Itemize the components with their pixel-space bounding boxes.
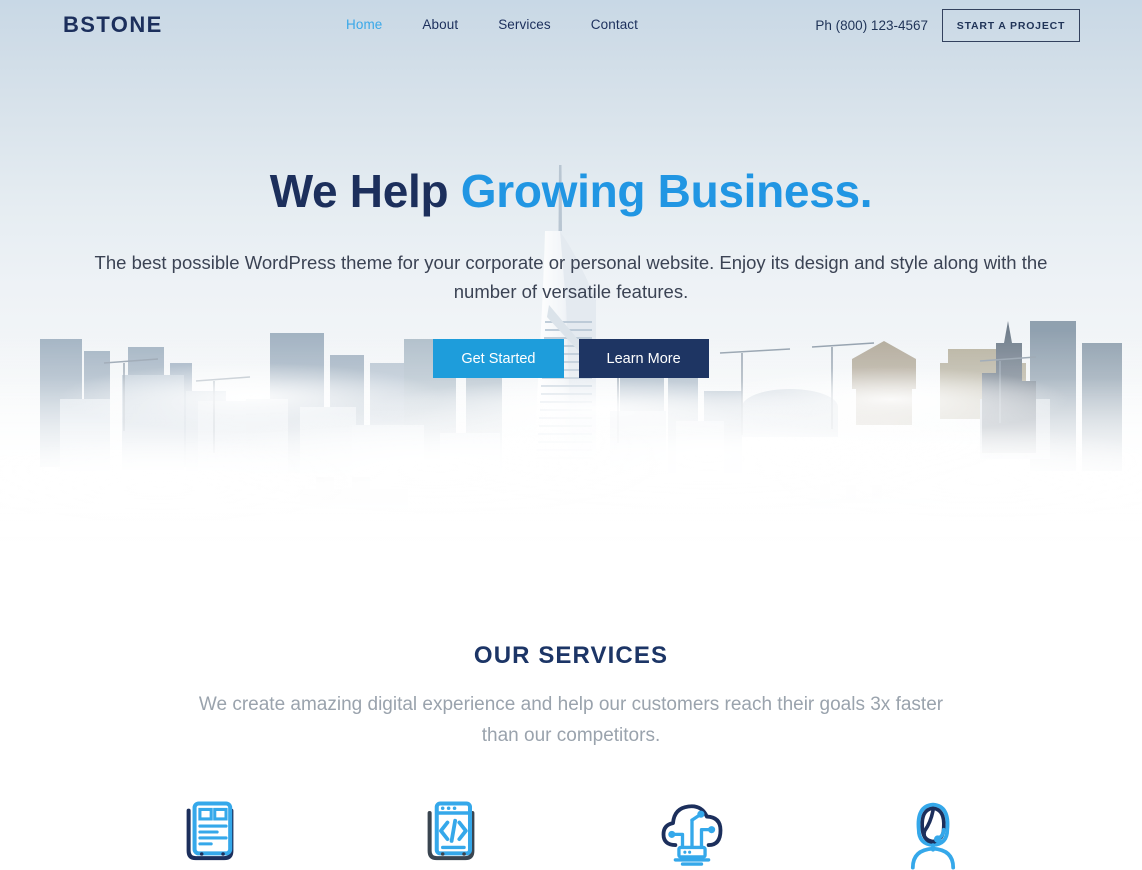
service-item-support[interactable] (812, 794, 1053, 870)
site-header: BSTONE Home About Services Contact Ph (8… (0, 0, 1142, 51)
get-started-button[interactable]: Get Started (433, 339, 564, 379)
learn-more-button[interactable]: Learn More (578, 339, 709, 379)
hero-button-group: Get Started Learn More (0, 339, 1142, 379)
nav-item-home[interactable]: Home (346, 17, 402, 32)
code-window-icon (427, 801, 474, 860)
site-logo[interactable]: BSTONE (63, 12, 163, 38)
nav-item-services[interactable]: Services (478, 17, 571, 32)
newspaper-content-icon (186, 801, 233, 860)
nav-item-contact[interactable]: Contact (571, 17, 658, 32)
hero-heading-plain: We Help (269, 165, 461, 217)
services-section: OUR SERVICES We create amazing digital e… (0, 553, 1142, 870)
header-phone-number[interactable]: Ph (800) 123-4567 (815, 18, 928, 33)
hero-content: We Help Growing Business. The best possi… (0, 0, 1142, 379)
hero-heading-accent: Growing Business. (460, 165, 873, 217)
services-heading: OUR SERVICES (473, 642, 669, 669)
main-navigation: Home About Services Contact (346, 17, 658, 32)
services-icon-grid (0, 794, 1142, 870)
hero-heading: We Help Growing Business. (0, 166, 1142, 217)
start-a-project-button[interactable]: START A PROJECT (942, 9, 1080, 42)
support-headset-icon (910, 802, 955, 870)
service-item-content[interactable] (89, 794, 330, 870)
cloud-server-icon (661, 803, 722, 866)
hero-subtitle: The best possible WordPress theme for yo… (94, 251, 1048, 302)
service-item-development[interactable] (330, 794, 571, 870)
service-item-hosting[interactable] (571, 794, 812, 870)
nav-item-about[interactable]: About (402, 17, 478, 32)
services-subheading: We create amazing digital experience and… (198, 694, 944, 746)
hero-section: BSTONE Home About Services Contact Ph (8… (0, 0, 1142, 553)
